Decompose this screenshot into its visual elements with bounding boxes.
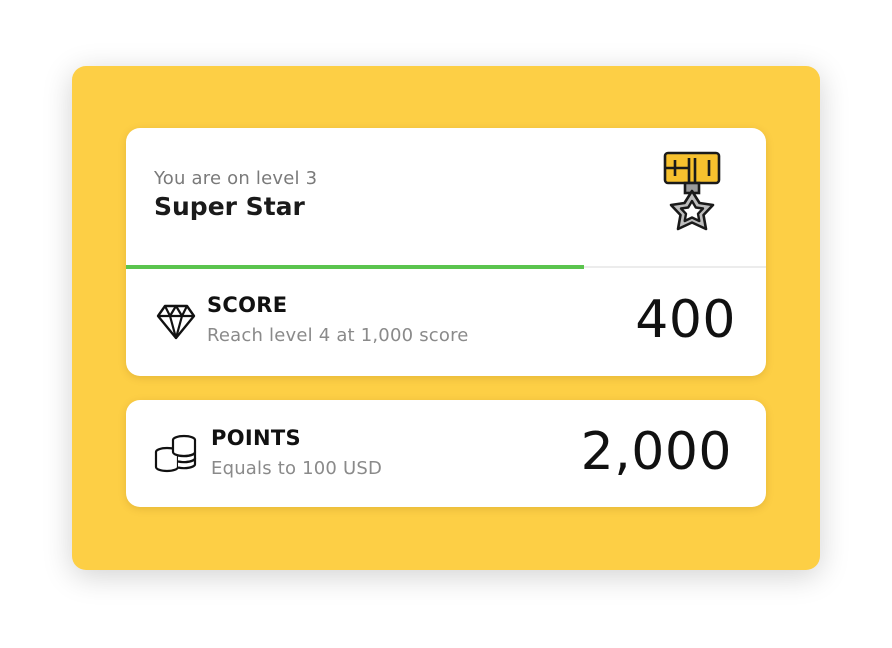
medal-star-icon — [663, 151, 721, 231]
points-value: 2,000 — [580, 422, 732, 482]
points-label: POINTS — [211, 426, 301, 450]
level-title: Super Star — [154, 192, 305, 221]
level-progress-fill — [126, 265, 584, 269]
coins-icon — [154, 434, 197, 473]
level-subtitle: You are on level 3 — [154, 168, 318, 189]
diamond-icon — [156, 304, 196, 340]
rewards-panel: You are on level 3 Super Star SCORE Reac… — [72, 66, 820, 570]
points-description: Equals to 100 USD — [211, 458, 383, 479]
score-description: Reach level 4 at 1,000 score — [207, 325, 469, 346]
points-card: POINTS Equals to 100 USD 2,000 — [126, 400, 766, 507]
level-card: You are on level 3 Super Star SCORE Reac… — [126, 128, 766, 376]
score-value: 400 — [635, 290, 736, 350]
score-label: SCORE — [207, 293, 288, 317]
level-progress-track — [126, 265, 766, 269]
